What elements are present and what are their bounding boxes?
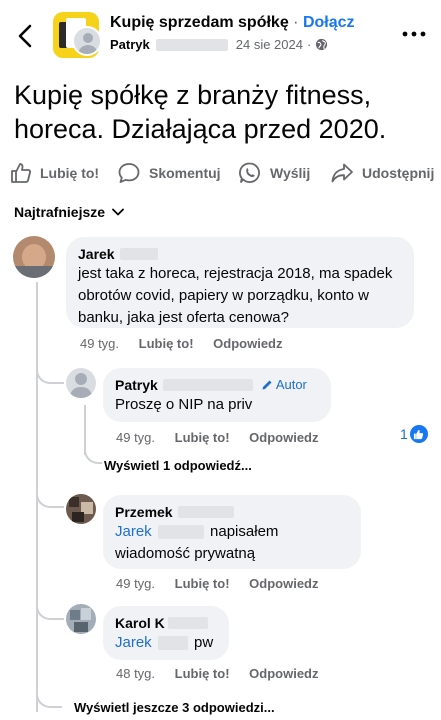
- view-more-replies-link[interactable]: Wyświetl jeszcze 3 odpowiedzi...: [74, 700, 275, 715]
- share-label: Udostępnij: [362, 165, 435, 181]
- post-text: Kupię spółkę z branży fitness, horeca. D…: [14, 80, 387, 144]
- mention-link[interactable]: Jarek: [115, 634, 152, 651]
- comment-author[interactable]: Patryk Autor: [115, 376, 319, 394]
- send-label: Wyślij: [270, 165, 311, 181]
- comment-meta: 48 tyg. Lubię to! Odpowiedz: [116, 666, 335, 681]
- comment-author[interactable]: Karol K: [115, 614, 217, 632]
- comment-text: Jarek napisałem wiadomość prywatną: [115, 523, 279, 562]
- comment-bubble: Patryk Autor Proszę o NIP na priv: [103, 368, 331, 422]
- globe-icon: [316, 38, 328, 51]
- comment-age[interactable]: 49 tyg.: [80, 336, 119, 351]
- comment-reply-link[interactable]: Odpowiedz: [249, 430, 318, 445]
- redacted-surname: [157, 525, 204, 540]
- send-button[interactable]: Wyślij: [238, 156, 310, 190]
- like-button[interactable]: Lubię to!: [10, 156, 99, 190]
- meta-separator: ·: [306, 37, 312, 52]
- whatsapp-icon: [239, 162, 260, 183]
- group-name-link[interactable]: Kupię sprzedam spółkę: [110, 14, 289, 31]
- redacted-surname: [177, 506, 234, 518]
- comment-like-link[interactable]: Lubię to!: [139, 336, 194, 351]
- post-meta: Patryk 24 sie 2024 ·: [110, 37, 328, 52]
- post-date[interactable]: 24 sie 2024: [236, 37, 303, 52]
- comment-button[interactable]: Skomentuj: [117, 156, 221, 190]
- chevron-down-icon: [112, 208, 124, 216]
- comment-text: Jarek pw: [115, 634, 214, 651]
- pencil-icon: [262, 380, 272, 390]
- comment-sort-dropdown[interactable]: Najtrafniejsze: [14, 204, 124, 220]
- avatar[interactable]: [13, 236, 55, 278]
- back-arrow-icon[interactable]: [14, 22, 38, 50]
- comment-text: Proszę o NIP na priv: [115, 396, 253, 413]
- thread-connector: [36, 590, 64, 620]
- redacted-surname: [157, 636, 188, 651]
- redacted-surname: [167, 617, 208, 629]
- join-group-button[interactable]: Dołącz: [303, 14, 355, 31]
- redacted-surname: [155, 38, 228, 51]
- share-button[interactable]: Udostępnij: [330, 156, 434, 190]
- more-icon[interactable]: [400, 22, 428, 46]
- author-badge: Autor: [261, 376, 307, 394]
- like-label: Lubię to!: [40, 165, 100, 181]
- comment-text: jest taka z horeca, rejestracja 2018, ma…: [78, 265, 393, 326]
- redacted-surname: [119, 248, 158, 260]
- thread-connector: [84, 444, 102, 464]
- share-icon: [331, 163, 353, 183]
- comment-icon: [118, 163, 140, 183]
- comment-label: Skomentuj: [149, 165, 221, 181]
- mention-link[interactable]: Jarek: [115, 523, 152, 540]
- like-icon: [11, 163, 31, 183]
- comment-reply-link[interactable]: Odpowiedz: [249, 666, 318, 681]
- comment-author[interactable]: Jarek: [78, 245, 402, 263]
- reaction-summary[interactable]: 1: [400, 425, 428, 443]
- comment-meta: 49 tyg. Lubię to! Odpowiedz: [80, 336, 299, 351]
- comment-reply-link[interactable]: Odpowiedz: [249, 576, 318, 591]
- comment-reply-link[interactable]: Odpowiedz: [213, 336, 282, 351]
- redacted-surname: [162, 379, 253, 391]
- post-actions: Lubię to! Skomentuj Wyślij Udostępnij: [0, 156, 441, 190]
- comment-bubble: Przemek Jarek napisałem wiadomość prywat…: [103, 495, 361, 569]
- comment-bubble: Jarek jest taka z horeca, rejestracja 20…: [66, 237, 414, 328]
- avatar[interactable]: [66, 368, 96, 398]
- thread-connector: [36, 688, 62, 708]
- view-replies-link[interactable]: Wyświetl 1 odpowiedź...: [104, 458, 252, 473]
- thread-connector: [36, 356, 64, 384]
- comment-bubble: Karol K Jarek pw: [103, 606, 229, 660]
- comment-like-link[interactable]: Lubię to!: [175, 576, 230, 591]
- comment-meta: 49 tyg. Lubię to! Odpowiedz: [116, 576, 335, 591]
- avatar[interactable]: [66, 494, 96, 524]
- comment-age[interactable]: 49 tyg.: [116, 576, 155, 591]
- comment-meta: 49 tyg. Lubię to! Odpowiedz: [116, 430, 335, 445]
- group-title: Kupię sprzedam spółkę · Dołącz: [110, 14, 355, 32]
- post-header: Kupię sprzedam spółkę · Dołącz Patryk 24…: [0, 0, 441, 72]
- author-name[interactable]: Patryk: [110, 37, 150, 52]
- reaction-count: 1: [400, 426, 408, 442]
- author-avatar[interactable]: [72, 26, 102, 56]
- comment-age[interactable]: 49 tyg.: [116, 430, 155, 445]
- comment-like-link[interactable]: Lubię to!: [175, 666, 230, 681]
- comment-like-link[interactable]: Lubię to!: [175, 430, 230, 445]
- like-reaction-icon: [409, 425, 428, 443]
- comment-age[interactable]: 48 tyg.: [116, 666, 155, 681]
- sort-label: Najtrafniejsze: [14, 204, 106, 220]
- separator: ·: [293, 14, 299, 31]
- comment-author[interactable]: Przemek: [115, 503, 349, 521]
- avatar[interactable]: [66, 604, 96, 634]
- thread-connector: [36, 480, 64, 508]
